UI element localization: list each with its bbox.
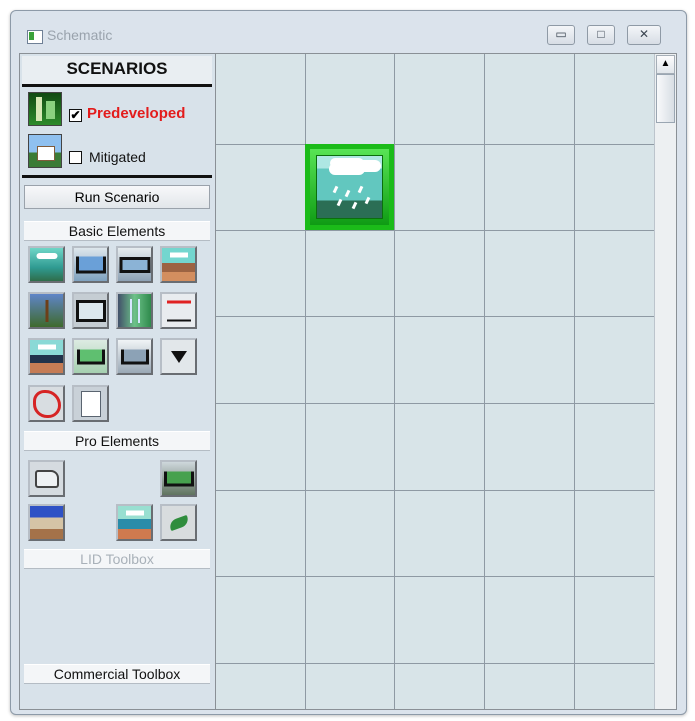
run-scenario-button[interactable]: Run Scenario (24, 185, 210, 209)
pervious-icon[interactable] (28, 504, 65, 541)
mitigated-thumbnail-icon[interactable] (28, 134, 62, 168)
scenario-panel: SCENARIOS ✔ Predeveloped Mitigated Run S… (20, 54, 216, 709)
raindrop-icon (364, 196, 371, 205)
basic-elements-heading: Basic Elements (24, 221, 210, 241)
pipe-icon[interactable] (28, 460, 65, 497)
graph-icon[interactable] (160, 292, 197, 329)
cloud-icon (329, 163, 365, 175)
plant-icon[interactable] (28, 292, 65, 329)
lid-toolbox-heading[interactable]: LID Toolbox (24, 549, 210, 569)
vault-icon[interactable] (72, 292, 109, 329)
mitigated-label[interactable]: Mitigated (89, 149, 146, 165)
maximize-button[interactable]: □ (587, 25, 615, 45)
maximize-icon: □ (597, 27, 605, 41)
trench-icon[interactable] (116, 338, 153, 375)
report-icon[interactable] (72, 385, 109, 422)
commercial-toolbox-heading[interactable]: Commercial Toolbox (24, 664, 210, 684)
schematic-content: SCENARIOS ✔ Predeveloped Mitigated Run S… (19, 53, 677, 710)
grid-line (574, 54, 575, 709)
split-icon[interactable] (160, 338, 197, 375)
raindrop-icon (344, 189, 351, 198)
grid-line (216, 230, 654, 231)
window-title: Schematic (47, 27, 113, 43)
grid-line (484, 54, 485, 709)
leaf-icon[interactable] (160, 504, 197, 541)
pond-icon[interactable] (72, 338, 109, 375)
grid-line (216, 316, 654, 317)
grid-line (394, 54, 395, 709)
grid-line (216, 576, 654, 577)
rain-element-icon[interactable] (305, 144, 394, 230)
minimize-button[interactable]: ▭ (547, 25, 575, 45)
tank-icon[interactable] (116, 246, 153, 283)
mitigated-checkbox[interactable] (69, 151, 82, 164)
predeveloped-checkbox[interactable]: ✔ (69, 109, 82, 122)
mix-icon[interactable] (28, 338, 65, 375)
app-icon (27, 30, 43, 44)
scenarios-header: SCENARIOS (22, 56, 212, 87)
grid-line (216, 490, 654, 491)
raindrop-icon (332, 185, 339, 194)
scenario-divider (22, 175, 212, 178)
grid-line (216, 144, 654, 145)
minimize-icon: ▭ (555, 27, 567, 41)
title-bar: Schematic ▭ □ ✕ (11, 11, 686, 51)
predeveloped-label[interactable]: Predeveloped (87, 105, 185, 122)
grid-line (216, 663, 654, 664)
polygon-icon[interactable] (28, 385, 65, 422)
scroll-thumb[interactable] (656, 74, 675, 123)
pro-elements-heading: Pro Elements (24, 431, 210, 451)
scroll-up-arrow-icon[interactable]: ▲ (656, 55, 675, 74)
schematic-window: Schematic ▭ □ ✕ SCENARIOS ✔ Predeveloped… (10, 10, 687, 715)
basin-icon[interactable] (72, 246, 109, 283)
schematic-grid[interactable] (216, 54, 654, 709)
rain-icon[interactable] (28, 246, 65, 283)
predeveloped-thumbnail-icon[interactable] (28, 92, 62, 126)
rain-element-image (316, 155, 383, 219)
bioretention-icon[interactable] (116, 504, 153, 541)
raindrop-icon (336, 198, 343, 207)
raindrop-icon (351, 201, 358, 210)
raindrop-icon (357, 185, 364, 194)
soil-rain-icon[interactable] (160, 246, 197, 283)
close-button[interactable]: ✕ (627, 25, 661, 45)
vertical-scrollbar[interactable]: ▲ (654, 54, 676, 709)
channel-icon[interactable] (116, 292, 153, 329)
green-roof-icon[interactable] (160, 460, 197, 497)
grid-line (216, 403, 654, 404)
close-icon: ✕ (638, 27, 650, 41)
